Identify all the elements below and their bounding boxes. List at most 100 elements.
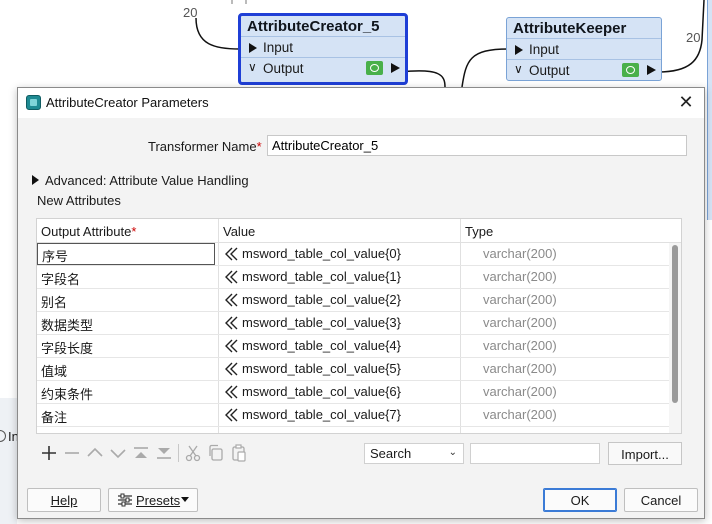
attribute-value-icon[interactable]	[223, 246, 239, 262]
visualizer-eye-icon[interactable]	[622, 63, 639, 77]
table-row[interactable]: 字段名 msword_table_col_value{1} varchar(200)	[37, 266, 669, 289]
bottom-panel-edge: In	[0, 398, 19, 524]
output-attribute-cell[interactable]: 备注	[41, 407, 67, 426]
value-cell[interactable]: msword_table_col_value{7}	[242, 407, 401, 422]
value-cell[interactable]: msword_table_col_value{1}	[242, 269, 401, 284]
output-arrow-icon[interactable]	[391, 63, 400, 73]
dialog-titlebar[interactable]: AttributeCreator Parameters ✕	[18, 88, 704, 118]
table-row[interactable]: 值域 msword_table_col_value{5} varchar(200)	[37, 358, 669, 381]
output-port[interactable]: ∨ Output	[241, 58, 405, 79]
column-header-type[interactable]: Type	[465, 224, 493, 239]
type-cell[interactable]: varchar(200)	[483, 384, 557, 399]
copy-icon[interactable]	[206, 443, 226, 463]
remove-icon[interactable]	[62, 443, 82, 463]
cut-icon[interactable]	[183, 443, 203, 463]
parameters-dialog: AttributeCreator Parameters ✕ Transforme…	[17, 87, 705, 519]
transformer-node-attributekeeper[interactable]: AttributeKeeper Input ∨ Output	[506, 17, 662, 81]
table-row[interactable]: 序号 msword_table_col_value{0} varchar(200)	[37, 243, 669, 266]
type-cell[interactable]: varchar(200)	[483, 338, 557, 353]
input-port[interactable]: Input	[507, 39, 661, 60]
output-attribute-cell[interactable]: 字段长度	[41, 338, 93, 357]
output-port-label: Output	[263, 61, 304, 76]
help-button[interactable]: Help	[27, 488, 101, 512]
dropdown-arrow-icon	[181, 497, 189, 502]
transformer-node-attributecreator[interactable]: AttributeCreator_5 Input ∨ Output	[238, 13, 408, 85]
search-dropdown[interactable]: Search ⌄	[364, 443, 464, 464]
table-row[interactable]: 约束条件 msword_table_col_value{6} varchar(200…	[37, 381, 669, 404]
import-button[interactable]: Import...	[608, 442, 682, 465]
type-cell[interactable]: varchar(200)	[483, 246, 557, 261]
expand-arrow-icon	[32, 175, 39, 185]
output-arrow-icon[interactable]	[647, 65, 656, 75]
panel-icon	[0, 430, 6, 442]
type-cell[interactable]: varchar(200)	[483, 315, 557, 330]
value-cell[interactable]: msword_table_col_value{4}	[242, 338, 401, 353]
input-port-label: Input	[529, 42, 560, 57]
value-cell[interactable]: msword_table_col_value{5}	[242, 361, 401, 376]
advanced-section-label: Advanced: Attribute Value Handling	[45, 173, 249, 188]
attribute-value-icon[interactable]	[223, 407, 239, 423]
fme-app-icon	[26, 95, 41, 110]
output-attribute-cell[interactable]: 值域	[41, 361, 67, 380]
chevron-down-icon: ⌄	[448, 447, 457, 458]
attribute-value-icon[interactable]	[223, 315, 239, 331]
attribute-value-icon[interactable]	[223, 384, 239, 400]
table-row[interactable]: 数据类型 msword_table_col_value{3} varchar(200…	[37, 312, 669, 335]
attribute-value-icon[interactable]	[223, 361, 239, 377]
add-icon[interactable]	[39, 443, 59, 463]
chevron-down-icon[interactable]: ∨	[514, 62, 523, 76]
paste-icon[interactable]	[229, 443, 249, 463]
attribute-value-icon[interactable]	[223, 292, 239, 308]
output-attribute-cell[interactable]: 序号	[37, 243, 215, 265]
move-down-icon[interactable]	[108, 443, 128, 463]
table-row[interactable]: 备注 msword_table_col_value{7} varchar(200)	[37, 404, 669, 427]
ok-button[interactable]: OK	[543, 488, 617, 512]
toolbar-separator	[178, 444, 179, 462]
output-attribute-cell[interactable]: 别名	[41, 292, 67, 311]
input-arrow-icon	[515, 45, 523, 55]
scrollbar-thumb[interactable]	[672, 245, 678, 403]
type-cell[interactable]: varchar(200)	[483, 269, 557, 284]
visualizer-eye-icon[interactable]	[366, 61, 383, 75]
value-cell[interactable]: msword_table_col_value{0}	[242, 246, 401, 261]
chevron-down-icon[interactable]: ∨	[248, 60, 257, 74]
input-port-label: Input	[263, 40, 294, 55]
transformer-name-field[interactable]	[267, 135, 687, 156]
cancel-button[interactable]: Cancel	[624, 488, 698, 512]
table-row[interactable]: 别名 msword_table_col_value{2} varchar(200)	[37, 289, 669, 312]
value-cell[interactable]: msword_table_col_value{6}	[242, 384, 401, 399]
search-input[interactable]	[470, 443, 600, 464]
table-header: Output Attribute* Value Type	[37, 219, 681, 243]
move-bottom-icon[interactable]	[154, 443, 174, 463]
type-cell[interactable]: varchar(200)	[483, 292, 557, 307]
output-attribute-cell[interactable]: 约束条件	[41, 384, 93, 403]
move-up-icon[interactable]	[85, 443, 105, 463]
transformer-name-label: Transformer Name*	[148, 139, 262, 154]
value-cell[interactable]: msword_table_col_value{3}	[242, 315, 401, 330]
move-top-icon[interactable]	[131, 443, 151, 463]
attribute-value-icon[interactable]	[223, 338, 239, 354]
column-header-value[interactable]: Value	[223, 224, 255, 239]
table-row[interactable]: 字段长度 msword_table_col_value{4} varchar(200…	[37, 335, 669, 358]
presets-button[interactable]: Presets	[108, 488, 198, 512]
value-cell[interactable]: msword_table_col_value{2}	[242, 292, 401, 307]
offscreen-node-edge	[707, 0, 712, 220]
node-title: AttributeCreator_5	[241, 16, 405, 37]
advanced-section-toggle[interactable]: Advanced: Attribute Value Handling	[32, 173, 249, 188]
presets-label: Presets	[136, 493, 181, 508]
input-port[interactable]: Input	[241, 37, 405, 58]
output-attribute-cell[interactable]: 数据类型	[41, 315, 93, 334]
new-attributes-label: New Attributes	[37, 193, 121, 208]
input-arrow-icon	[249, 43, 257, 53]
table-scrollbar[interactable]	[669, 243, 681, 433]
close-button[interactable]: ✕	[676, 92, 696, 112]
attributes-table: Output Attribute* Value Type 序号 msword_ta…	[36, 218, 682, 434]
required-mark: *	[256, 139, 262, 154]
column-header-output-attribute[interactable]: Output Attribute*	[41, 224, 136, 239]
attribute-value-icon[interactable]	[223, 269, 239, 285]
output-port[interactable]: ∨ Output	[507, 60, 661, 81]
type-cell[interactable]: varchar(200)	[483, 407, 557, 422]
output-attribute-cell[interactable]: 字段名	[41, 269, 80, 288]
type-cell[interactable]: varchar(200)	[483, 361, 557, 376]
output-port-label: Output	[529, 63, 570, 78]
